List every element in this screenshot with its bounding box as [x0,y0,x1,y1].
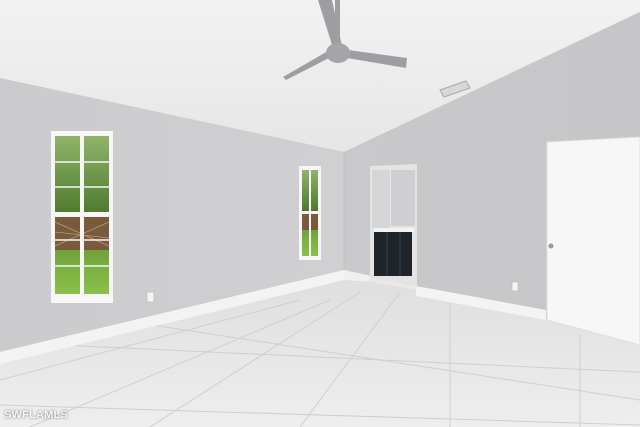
room-illustration [0,0,640,427]
left-window [51,131,113,303]
door-handle [548,243,554,249]
wall-outlet [146,291,155,303]
vanity-cabinet [374,232,412,276]
room-door [546,136,640,346]
middle-window [299,166,321,260]
room-photo: SWFLAMLS [0,0,640,427]
hallway-opening [366,164,417,290]
wall-outlet [511,281,519,292]
watermark-text: SWFLAMLS [4,409,68,421]
